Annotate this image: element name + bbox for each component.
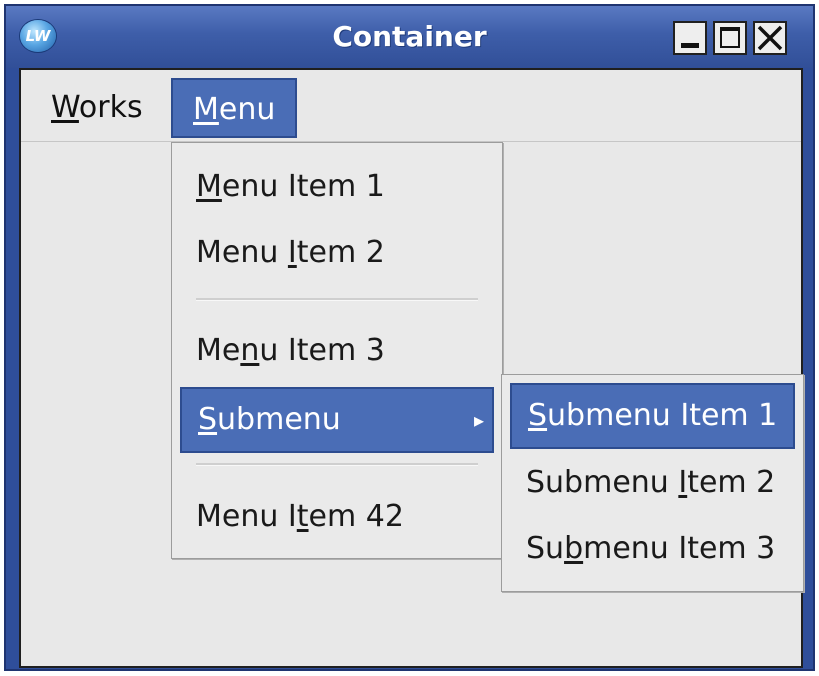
minimize-button[interactable] xyxy=(673,21,707,55)
submenu-item-1[interactable]: Submenu Item 1 xyxy=(510,383,795,449)
menubar-item-works[interactable]: Works xyxy=(31,78,163,138)
chevron-right-icon: ▸ xyxy=(473,408,484,432)
close-icon xyxy=(757,25,783,51)
menu-separator xyxy=(196,463,478,466)
maximize-button[interactable] xyxy=(713,21,747,55)
menu-item-submenu[interactable]: Submenu ▸ xyxy=(180,387,494,453)
client-area: Works Menu Menu Item 1 Menu Item 2 Menu … xyxy=(19,68,804,668)
minimize-icon xyxy=(681,43,699,48)
submenu-item-3[interactable]: Submenu Item 3 xyxy=(510,519,795,579)
menu-item-2[interactable]: Menu Item 2 xyxy=(180,223,494,283)
menu-dropdown: Menu Item 1 Menu Item 2 Menu Item 3 Subm… xyxy=(171,142,503,559)
application-window: LW Container Works Menu Menu Item 1 Menu… xyxy=(4,4,815,671)
menu-item-3[interactable]: Menu Item 3 xyxy=(180,321,494,381)
menu-item-1[interactable]: Menu Item 1 xyxy=(180,157,494,217)
maximize-icon xyxy=(720,27,740,48)
menu-separator xyxy=(196,298,478,301)
close-button[interactable] xyxy=(753,21,787,55)
menu-bar: Works Menu xyxy=(21,70,801,142)
submenu-item-2[interactable]: Submenu Item 2 xyxy=(510,453,795,513)
menubar-item-menu[interactable]: Menu xyxy=(171,78,297,138)
submenu-dropdown: Submenu Item 1 Submenu Item 2 Submenu It… xyxy=(501,374,804,592)
title-bar[interactable]: LW Container xyxy=(6,6,813,68)
menu-item-42[interactable]: Menu Item 42 xyxy=(180,487,494,547)
